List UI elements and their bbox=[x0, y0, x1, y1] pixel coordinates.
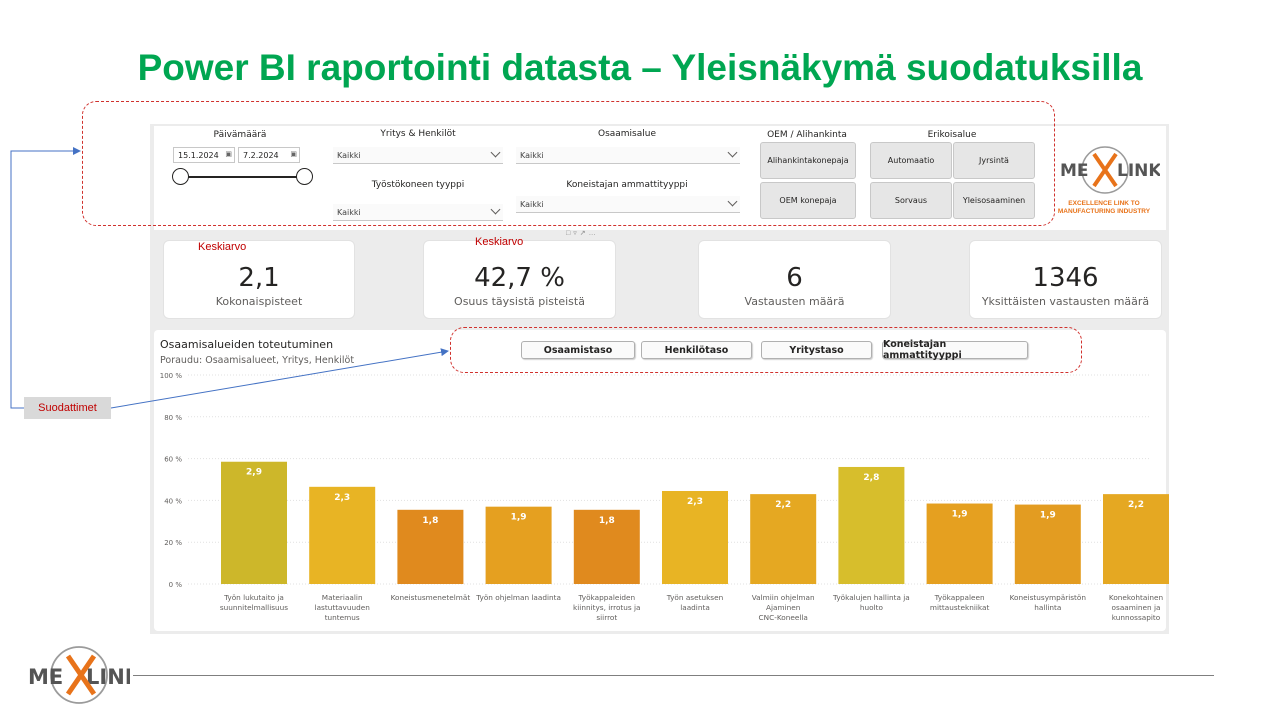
mexlink-footer-logo: ME LINK bbox=[28, 646, 130, 704]
annotation-arrows bbox=[10, 147, 449, 409]
footer-logo-text-right: LINK bbox=[86, 665, 130, 689]
slide: Power BI raportointi datasta – Yleisnäky… bbox=[0, 0, 1280, 720]
footer-divider bbox=[133, 675, 1214, 676]
arrow-to-level-buttons bbox=[110, 348, 449, 409]
footer-logo-text-left: ME bbox=[28, 665, 63, 689]
filters-label: Suodattimet bbox=[24, 397, 111, 419]
arrow-to-filters bbox=[10, 147, 81, 409]
